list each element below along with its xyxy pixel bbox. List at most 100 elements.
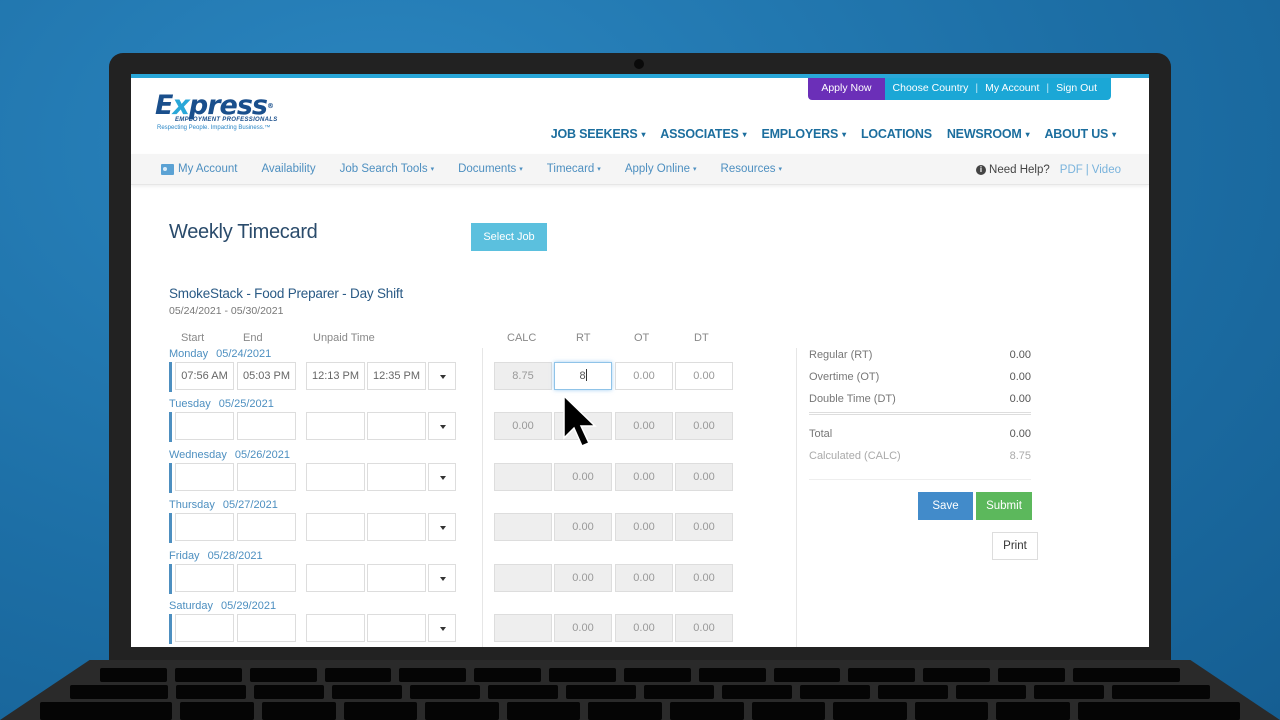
unpaid-dropdown-button[interactable] [428,563,456,592]
help-pdf-link[interactable]: PDF [1060,164,1083,176]
subnav-my-account[interactable]: My Account [161,163,237,175]
unpaid-start-input[interactable]: 12:13 PM [306,362,365,390]
key [751,702,826,720]
calc-field [494,462,552,491]
col-end: End [243,332,263,344]
caret-down-icon: ▾ [842,130,846,139]
start-time-input[interactable]: 07:56 AM [175,362,234,390]
unpaid-end-input[interactable]: 12:35 PM [367,362,426,390]
dt-input[interactable]: 0.00 [675,614,733,642]
rt-input[interactable]: 0.00 [554,614,612,642]
start-time-input[interactable] [175,412,234,441]
subnav-resources[interactable]: Resources ▾ [721,163,782,175]
rt-input[interactable]: 0.00 [554,462,612,491]
unpaid-start-input[interactable] [306,462,365,491]
nav-job-seekers[interactable]: JOB SEEKERS ▾ [551,127,646,141]
unpaid-dropdown-button[interactable] [428,614,456,642]
ot-input[interactable]: 0.00 [615,614,673,642]
page-title: Weekly Timecard [169,221,318,243]
dt-input[interactable]: 0.00 [675,412,733,441]
day-date: 05/29/2021 [221,600,277,612]
summary-value: 0.00 [1009,428,1031,440]
unpaid-dropdown-button[interactable] [428,412,456,441]
end-time-input[interactable]: 05:03 PM [237,362,296,390]
unpaid-end-input[interactable] [367,412,426,441]
key [878,685,948,699]
start-time-input[interactable] [175,462,234,491]
ot-input[interactable]: 0.00 [615,563,673,592]
rt-input[interactable]: 0.00 [554,563,612,592]
day-label: Wednesday 05/26/2021 [169,449,290,461]
key [998,668,1065,682]
summary-double-time: Double Time (DT) 0.00 [809,393,1031,405]
unpaid-dropdown-button[interactable] [428,462,456,491]
subnav-job-search-tools[interactable]: Job Search Tools ▾ [340,163,435,175]
help-video-link[interactable]: Video [1092,164,1121,176]
sign-out-link[interactable]: Sign Out [1056,82,1097,96]
my-account-link[interactable]: My Account [985,82,1039,96]
key [848,668,916,682]
subnav-timecard[interactable]: Timecard ▾ [547,163,601,175]
rt-input[interactable]: 0.00 [554,513,612,542]
select-job-button[interactable]: Select Job [471,223,547,251]
start-time-input[interactable] [175,513,234,542]
apply-now-link[interactable]: Apply Now [808,78,885,100]
logo-tagline: Respecting People. Impacting Business.™ [157,125,271,131]
unpaid-start-input[interactable] [306,412,365,441]
day-name: Thursday [169,499,215,512]
key [1034,685,1104,699]
submit-button[interactable]: Submit [976,492,1032,520]
nav-associates[interactable]: ASSOCIATES ▾ [660,127,746,141]
end-time-input[interactable] [237,563,296,592]
col-ot: OT [634,332,650,344]
nav-locations[interactable]: LOCATIONS [861,127,932,141]
ot-input[interactable]: 0.00 [615,412,673,441]
subnav-documents[interactable]: Documents ▾ [458,163,523,175]
key [644,685,714,699]
dt-input[interactable]: 0.00 [675,362,733,390]
subnav-availability[interactable]: Availability [261,163,315,175]
separator: | [1046,82,1050,94]
end-time-input[interactable] [237,614,296,642]
ot-input[interactable]: 0.00 [615,462,673,491]
key [566,685,636,699]
start-time-input[interactable] [175,563,234,592]
unpaid-start-input[interactable] [306,563,365,592]
unpaid-dropdown-button[interactable] [428,362,456,390]
day-label: Monday 05/24/2021 [169,348,271,360]
ot-input[interactable]: 0.00 [615,362,673,390]
unpaid-start-input[interactable] [306,614,365,642]
key [488,685,558,699]
express-logo[interactable]: Express® EMPLOYMENT PROFESSIONALS Respec… [155,92,285,132]
unpaid-start-input[interactable] [306,513,365,542]
unpaid-end-input[interactable] [367,614,426,642]
rt-input[interactable]: 8 [554,362,612,390]
end-time-input[interactable] [237,513,296,542]
separator: | [975,82,979,94]
dt-input[interactable]: 0.00 [675,513,733,542]
key [249,668,317,682]
unpaid-end-input[interactable] [367,462,426,491]
caret-down-icon: ▾ [742,130,747,139]
subnav-label: Timecard [546,163,595,175]
start-time-input[interactable] [175,614,234,642]
nav-newsroom[interactable]: NEWSROOM ▾ [947,127,1030,141]
unpaid-dropdown-button[interactable] [428,513,456,542]
dt-input[interactable]: 0.00 [675,462,733,491]
end-time-input[interactable] [237,412,296,441]
unpaid-end-input[interactable] [367,513,426,542]
key [399,668,467,682]
row-indicator [169,614,172,644]
nav-about-us[interactable]: ABOUT US ▾ [1044,127,1116,141]
dt-input[interactable]: 0.00 [675,563,733,592]
nav-employers[interactable]: EMPLOYERS ▾ [761,127,846,141]
print-button[interactable]: Print [992,532,1038,560]
unpaid-end-input[interactable] [367,563,426,592]
ot-input[interactable]: 0.00 [615,513,673,542]
end-time-input[interactable] [237,462,296,491]
key [623,668,691,682]
subnav-apply-online[interactable]: Apply Online ▾ [625,163,697,175]
choose-country-link[interactable]: Choose Country [893,82,969,96]
save-button[interactable]: Save [918,492,973,520]
key [180,702,255,720]
